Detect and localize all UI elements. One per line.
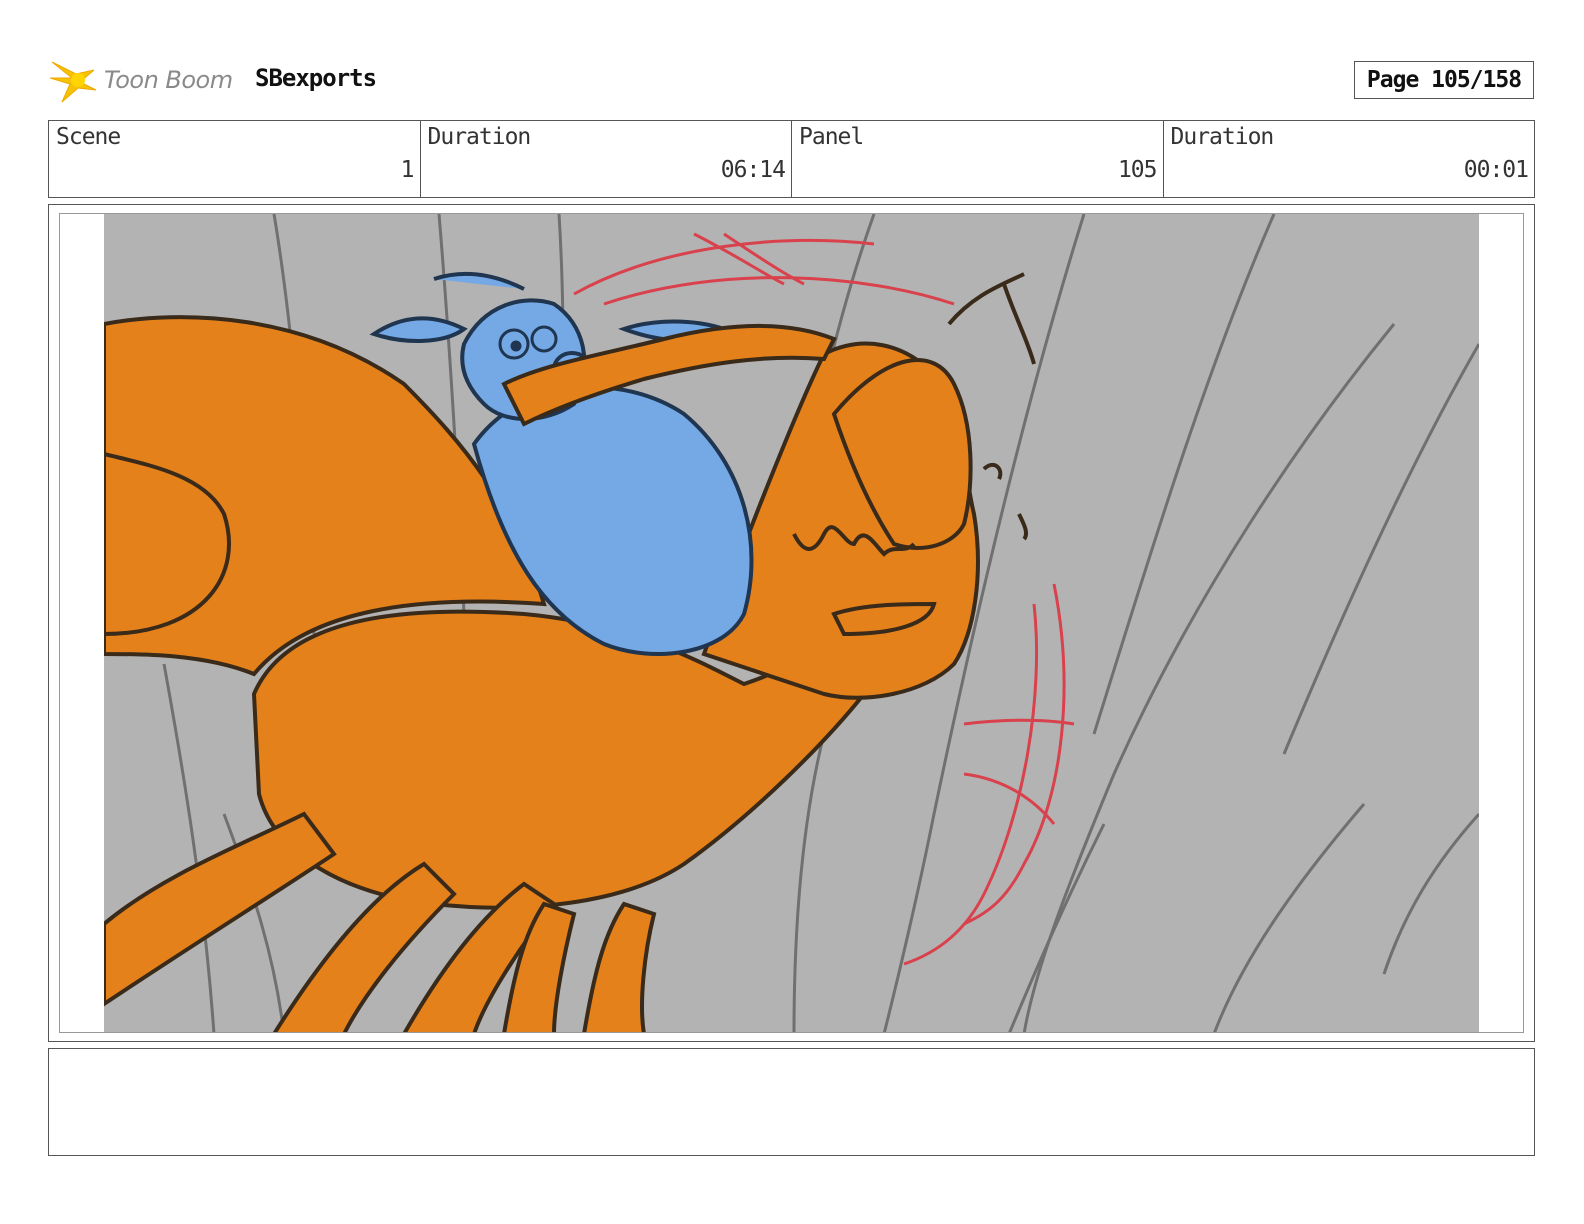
panel-cell: Panel 105 [792, 121, 1164, 197]
scene-duration-label: Duration [427, 124, 532, 150]
panel-duration-label: Duration [1170, 124, 1275, 150]
panel-value: 105 [1117, 157, 1158, 183]
scene-label: Scene [56, 124, 121, 150]
page-indicator: Page 105/158 [1354, 61, 1534, 99]
scene-duration-value: 06:14 [720, 157, 786, 183]
scene-duration-cell: Duration 06:14 [421, 121, 792, 197]
storyboard-drawing [104, 214, 1479, 1032]
scene-value: 1 [400, 157, 415, 183]
project-name: SBexports [255, 64, 377, 92]
starburst-icon [50, 61, 97, 103]
storyboard-panel [59, 213, 1524, 1033]
logo-text: Toon Boom [104, 66, 233, 94]
scene-cell: Scene 1 [49, 121, 421, 197]
notes-box [48, 1048, 1535, 1156]
panel-duration-cell: Duration 00:01 [1164, 121, 1535, 197]
toon-boom-logo: Toon Boom [50, 56, 240, 106]
panel-label: Panel [799, 124, 864, 150]
panel-duration-value: 00:01 [1463, 157, 1529, 183]
panel-info-row: Scene 1 Duration 06:14 Panel 105 Duratio… [48, 120, 1535, 198]
storyboard-panel-frame [48, 204, 1535, 1042]
